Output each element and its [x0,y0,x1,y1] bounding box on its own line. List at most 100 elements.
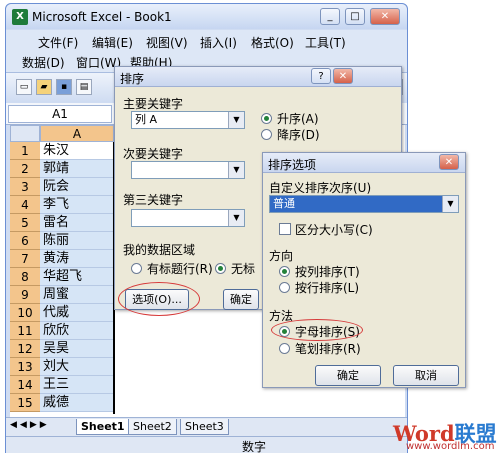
sort-options-dialog: 排序选项 ✕ 自定义排序次序(U) 普通 ▼ 区分大小写(C) 方向 按列排序(T… [262,152,466,388]
sort-by-row-label: 按行排序(L) [295,281,360,295]
tertiary-key-label: 第三关键字 [123,193,184,207]
row-header[interactable]: 3 [10,178,40,196]
open-folder-icon[interactable]: ▰ [36,79,52,95]
row-header[interactable]: 7 [10,250,40,268]
row-header[interactable]: 1 [10,142,40,160]
options-ok-button[interactable]: 确定 [315,365,381,386]
no-header-label: 无标 [231,262,256,276]
sort-options-title-bar: 排序选项 ✕ [263,153,465,173]
menu-view[interactable]: 视图(V) [146,34,188,51]
table-cell[interactable]: 周蜜 [40,286,114,304]
row-header[interactable]: 6 [10,232,40,250]
custom-order-select[interactable]: 普通 ▼ [269,195,459,213]
column-header-a[interactable]: A [40,125,114,142]
custom-order-label: 自定义排序次序(U) [269,181,372,195]
table-cell[interactable]: 吴昊 [40,340,114,358]
sheet-tab-bar: ◀◀▶▶ Sheet1 Sheet2 Sheet3 [6,417,407,436]
table-cell[interactable]: 陈丽 [40,232,114,250]
minimize-button[interactable]: _ [320,8,340,25]
table-cell[interactable]: 王三 [40,376,114,394]
save-icon[interactable]: ▪ [56,79,72,95]
descending-label: 降序(D) [277,128,320,142]
row-header[interactable]: 9 [10,286,40,304]
window-title: Microsoft Excel - Book1 [32,10,172,24]
title-bar: X Microsoft Excel - Book1 _ □ ✕ [6,4,407,29]
row-header[interactable]: 12 [10,340,40,358]
table-cell[interactable]: 欣欣 [40,322,114,340]
close-button[interactable]: ✕ [370,8,400,25]
table-cell[interactable]: 李飞 [40,196,114,214]
row-header[interactable]: 13 [10,358,40,376]
table-cell[interactable]: 华超飞 [40,268,114,286]
has-header-radio[interactable] [131,263,142,274]
chevron-down-icon: ▼ [228,162,244,178]
chevron-down-icon: ▼ [228,210,244,226]
stroke-sort-label: 笔划排序(R) [295,342,361,356]
ascending-label: 升序(A) [277,112,319,126]
no-header-radio[interactable] [215,263,226,274]
table-cell[interactable]: 雷名 [40,214,114,232]
row-header[interactable]: 15 [10,394,40,412]
select-all-corner[interactable] [10,125,40,142]
table-cell[interactable]: 郭靖 [40,160,114,178]
menu-file[interactable]: 文件(F) [38,34,78,51]
primary-key-label: 主要关键字 [123,97,184,111]
stroke-sort-radio[interactable] [279,343,290,354]
row-header[interactable]: 11 [10,322,40,340]
menu-tools[interactable]: 工具(T) [305,34,346,51]
table-cell[interactable]: 阮会 [40,178,114,196]
sort-options-close-button[interactable]: ✕ [439,154,459,170]
sort-dialog-close-button[interactable]: ✕ [333,68,353,84]
tab-sheet2[interactable]: Sheet2 [128,419,177,435]
name-box[interactable]: A1 [8,105,112,123]
print-icon[interactable]: ▤ [76,79,92,95]
has-header-label: 有标题行(R) [147,262,213,276]
sort-ok-button[interactable]: 确定 [223,289,259,310]
secondary-key-label: 次要关键字 [123,147,184,161]
options-cancel-button[interactable]: 取消 [393,365,459,386]
highlight-ellipse [271,319,363,341]
table-cell[interactable]: 刘大 [40,358,114,376]
sort-by-row-radio[interactable] [279,282,290,293]
table-cell[interactable]: 威德 [40,394,114,412]
sort-options-title: 排序选项 [268,158,317,172]
row-header[interactable]: 10 [10,304,40,322]
status-text: 数字 [242,440,267,454]
secondary-key-select[interactable]: ▼ [131,161,245,179]
descending-radio[interactable] [261,129,272,140]
sort-dialog-title-bar: 排序 ? ✕ [115,67,401,87]
highlight-ellipse [118,282,200,316]
excel-app-icon: X [12,9,28,25]
ascending-radio[interactable] [261,113,272,124]
chevron-down-icon: ▼ [442,196,458,212]
chevron-down-icon: ▼ [228,112,244,128]
primary-key-select[interactable]: 列 A ▼ [131,111,245,129]
help-button[interactable]: ? [311,68,331,84]
tab-sheet3[interactable]: Sheet3 [180,419,229,435]
sort-dialog-title: 排序 [120,72,145,86]
menu-insert[interactable]: 插入(I) [200,34,237,51]
table-cell[interactable]: 黄涛 [40,250,114,268]
menu-format[interactable]: 格式(O) [251,34,294,51]
menu-edit[interactable]: 编辑(E) [92,34,133,51]
table-cell[interactable]: 代威 [40,304,114,322]
table-cell[interactable]: 朱汉 [40,142,114,160]
tab-sheet1[interactable]: Sheet1 [76,419,130,435]
row-header[interactable]: 8 [10,268,40,286]
row-header[interactable]: 14 [10,376,40,394]
row-header[interactable]: 4 [10,196,40,214]
row-header[interactable]: 5 [10,214,40,232]
sort-by-column-radio[interactable] [279,266,290,277]
tertiary-key-select[interactable]: ▼ [131,209,245,227]
sheet-nav-arrows-icon[interactable]: ◀◀▶▶ [10,420,50,430]
row-header[interactable]: 2 [10,160,40,178]
watermark-url: www.wordlm.com [406,441,495,452]
sort-by-column-label: 按列排序(T) [295,265,360,279]
menu-data[interactable]: 数据(D) [22,54,65,71]
data-range-label: 我的数据区域 [123,243,196,257]
maximize-button[interactable]: □ [345,8,365,25]
new-file-icon[interactable]: ▭ [16,79,32,95]
case-sensitive-label: 区分大小写(C) [295,223,373,237]
status-bar: 数字 [6,436,407,454]
case-sensitive-checkbox[interactable] [279,223,291,235]
